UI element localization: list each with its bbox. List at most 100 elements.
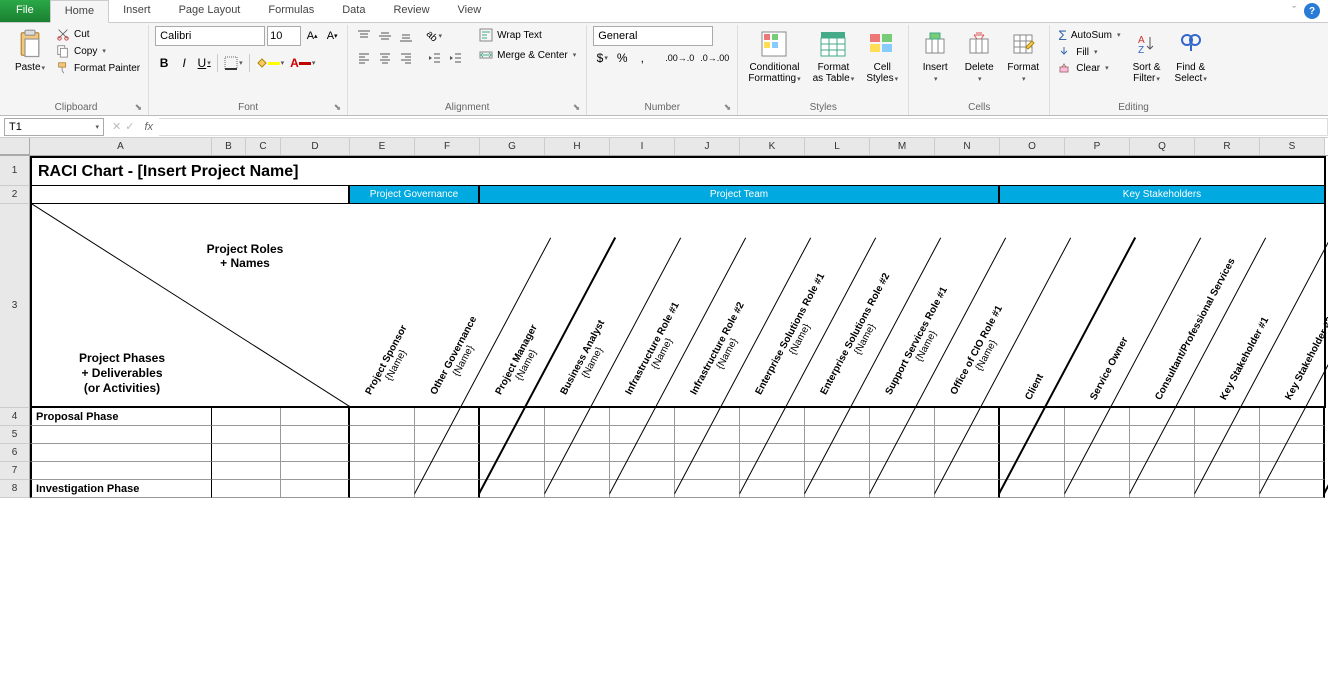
align-left-button[interactable] <box>354 48 374 68</box>
decrease-font-button[interactable]: A▾ <box>323 26 341 46</box>
role-header-cell[interactable]: Project Manager{Name} <box>480 204 545 408</box>
wrap-text-button[interactable]: Wrap Text <box>475 26 580 44</box>
cell[interactable] <box>675 444 740 462</box>
role-header-cell[interactable]: Other Governance{Name} <box>415 204 480 408</box>
corner-header-cell[interactable]: Project Roles + Names Project Phases + D… <box>30 204 350 408</box>
formula-input[interactable] <box>159 118 1328 136</box>
cell[interactable] <box>415 408 480 426</box>
column-header[interactable]: N <box>935 138 1000 155</box>
group-header-cell[interactable]: Key Stakeholders <box>1000 186 1326 204</box>
cell[interactable] <box>610 444 675 462</box>
role-header-cell[interactable]: Service Owner <box>1065 204 1130 408</box>
role-header-cell[interactable]: Infrastructure Role #1{Name} <box>610 204 675 408</box>
phase-cell[interactable]: Proposal Phase <box>30 408 212 426</box>
font-size-input[interactable] <box>267 26 301 46</box>
role-header-cell[interactable]: Enterprise Solutions Role #1{Name} <box>740 204 805 408</box>
cell[interactable] <box>545 480 610 498</box>
help-icon[interactable]: ? <box>1304 3 1320 19</box>
cell[interactable] <box>350 480 415 498</box>
align-center-button[interactable] <box>375 48 395 68</box>
tab-view[interactable]: View <box>444 0 496 22</box>
cell[interactable] <box>1130 480 1195 498</box>
cell[interactable] <box>1130 444 1195 462</box>
phase-cell[interactable] <box>30 444 212 462</box>
column-header[interactable]: C <box>246 138 281 155</box>
sort-filter-button[interactable]: AZ Sort & Filter▾ <box>1127 26 1167 87</box>
column-header[interactable]: P <box>1065 138 1130 155</box>
cell[interactable] <box>805 444 870 462</box>
tab-formulas[interactable]: Formulas <box>254 0 328 22</box>
clear-button[interactable]: Clear▾ <box>1056 60 1122 76</box>
cell[interactable] <box>935 480 1000 498</box>
cell[interactable] <box>480 480 545 498</box>
role-header-cell[interactable]: Infrastructure Role #2{Name} <box>675 204 740 408</box>
cell[interactable] <box>350 408 415 426</box>
cell[interactable] <box>1195 444 1260 462</box>
number-format-input[interactable] <box>593 26 713 46</box>
minimize-ribbon-icon[interactable]: ˇ <box>1292 5 1296 17</box>
merge-center-button[interactable]: Merge & Center▾ <box>475 46 580 64</box>
group-header-cell[interactable]: Project Governance <box>350 186 480 204</box>
row-header[interactable]: 6 <box>0 444 30 462</box>
select-all-corner[interactable] <box>0 138 30 155</box>
cell[interactable] <box>281 462 350 480</box>
cell[interactable] <box>350 462 415 480</box>
row-header[interactable]: 7 <box>0 462 30 480</box>
cell[interactable] <box>212 462 281 480</box>
cell[interactable] <box>740 408 805 426</box>
group-header-cell[interactable]: Project Team <box>480 186 1000 204</box>
cell[interactable] <box>545 408 610 426</box>
cell[interactable] <box>870 408 935 426</box>
file-tab[interactable]: File <box>0 0 50 22</box>
cell[interactable] <box>480 408 545 426</box>
format-as-table-button[interactable]: Format as Table▾ <box>809 26 859 87</box>
cell[interactable] <box>30 186 350 204</box>
font-launcher-icon[interactable]: ⬊ <box>334 102 342 113</box>
font-color-button[interactable]: A▾ <box>288 53 317 73</box>
cell[interactable] <box>212 408 281 426</box>
phase-cell[interactable] <box>30 462 212 480</box>
cell[interactable] <box>281 480 350 498</box>
cell[interactable] <box>675 480 740 498</box>
row-header[interactable]: 2 <box>0 186 30 204</box>
row-header[interactable]: 3 <box>0 204 30 408</box>
column-header[interactable]: F <box>415 138 480 155</box>
role-header-cell[interactable]: Enterprise Solutions Role #2{Name} <box>805 204 870 408</box>
number-launcher-icon[interactable]: ⬊ <box>724 102 732 113</box>
cell[interactable] <box>480 444 545 462</box>
cell[interactable] <box>415 444 480 462</box>
format-painter-button[interactable]: Format Painter <box>54 60 142 76</box>
column-header[interactable]: R <box>1195 138 1260 155</box>
role-header-cell[interactable]: Key Stakeholder #2 <box>1260 204 1325 408</box>
paste-button[interactable]: Paste▾ <box>10 26 50 76</box>
role-header-cell[interactable]: Key Stakeholder #1 <box>1195 204 1260 408</box>
cell[interactable] <box>870 444 935 462</box>
role-header-cell[interactable]: Office of CIO Role #1{Name} <box>935 204 1000 408</box>
cell[interactable] <box>350 426 415 444</box>
cell[interactable] <box>350 444 415 462</box>
cell[interactable] <box>1195 408 1260 426</box>
row-header[interactable]: 8 <box>0 480 30 498</box>
increase-decimal-button[interactable]: .00→.0 <box>663 48 696 68</box>
format-cells-button[interactable]: Format▾ <box>1003 26 1043 87</box>
row-header[interactable]: 5 <box>0 426 30 444</box>
cell[interactable] <box>610 408 675 426</box>
phase-cell[interactable]: Investigation Phase <box>30 480 212 498</box>
tab-insert[interactable]: Insert <box>109 0 165 22</box>
cell[interactable] <box>281 444 350 462</box>
cell[interactable] <box>545 444 610 462</box>
cell[interactable] <box>1260 408 1325 426</box>
cell[interactable] <box>1065 444 1130 462</box>
percent-button[interactable]: % <box>613 48 631 68</box>
align-top-button[interactable] <box>354 26 374 46</box>
cell[interactable] <box>212 444 281 462</box>
font-name-input[interactable] <box>155 26 265 46</box>
cell[interactable] <box>935 444 1000 462</box>
cell-styles-button[interactable]: Cell Styles▾ <box>862 26 902 87</box>
fill-color-button[interactable]: ▾ <box>254 53 287 73</box>
cut-button[interactable]: Cut <box>54 26 142 42</box>
cell[interactable] <box>1065 408 1130 426</box>
borders-button[interactable]: ▾ <box>222 53 245 73</box>
cell[interactable] <box>805 480 870 498</box>
column-header[interactable]: L <box>805 138 870 155</box>
